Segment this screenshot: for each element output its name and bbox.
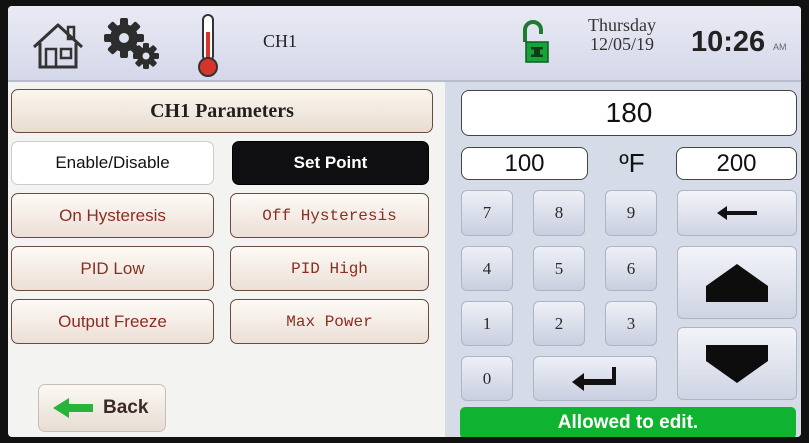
value-display[interactable]: 180 [461,90,797,136]
backspace-button[interactable] [677,190,797,236]
lock-icon[interactable] [520,20,550,64]
key-8[interactable]: 8 [533,190,585,236]
back-arrow-icon [53,398,93,418]
top-bar: CH1 Thursday 12/05/19 10:26 AM [8,6,801,82]
key-9[interactable]: 9 [605,190,657,236]
date-label: 12/05/19 [589,34,654,54]
min-value: 100 [461,147,588,180]
key-2[interactable]: 2 [533,301,585,346]
backspace-arrow-icon [717,206,757,220]
key-3[interactable]: 3 [605,301,657,346]
date-block: Thursday 12/05/19 [588,16,656,54]
gear-icon[interactable] [100,16,166,74]
unit-label: ºF [619,147,645,178]
key-5[interactable]: 5 [533,246,585,291]
pid-high-button[interactable]: PID High [230,246,429,291]
down-arrow-icon [706,344,768,383]
key-6[interactable]: 6 [605,246,657,291]
max-value: 200 [676,147,797,180]
clock-time: 10:26 [691,26,766,58]
clock-ampm: AM [773,42,787,52]
parameters-panel: CH1 Parameters Enable/Disable Set Point … [8,82,441,437]
output-freeze-button[interactable]: Output Freeze [11,299,214,344]
enter-button[interactable] [533,356,657,401]
increment-button[interactable] [677,246,797,319]
key-4[interactable]: 4 [461,246,513,291]
panel-title: CH1 Parameters [11,89,433,133]
decrement-button[interactable] [677,327,797,400]
back-label: Back [103,397,149,418]
day-label: Thursday [588,15,656,35]
touch-screen: CH1 Thursday 12/05/19 10:26 AM CH1 Param… [8,6,801,437]
enter-return-icon [572,366,616,391]
edit-status-bar: Allowed to edit. [460,407,796,437]
set-point-button[interactable]: Set Point [232,141,429,185]
key-7[interactable]: 7 [461,190,513,236]
key-1[interactable]: 1 [461,301,513,346]
back-button[interactable]: Back [38,384,166,432]
keypad-panel: 180 100 ºF 200 7 8 9 4 5 6 1 2 3 0 [445,82,801,437]
key-0[interactable]: 0 [461,356,513,401]
up-arrow-icon [706,263,768,302]
enable-disable-button[interactable]: Enable/Disable [11,141,214,185]
on-hysteresis-button[interactable]: On Hysteresis [11,193,214,238]
channel-label: CH1 [263,31,298,51]
thermometer-icon[interactable] [195,12,221,78]
off-hysteresis-button[interactable]: Off Hysteresis [230,193,429,238]
pid-low-button[interactable]: PID Low [11,246,214,291]
home-icon[interactable] [30,21,86,71]
max-power-button[interactable]: Max Power [230,299,429,344]
